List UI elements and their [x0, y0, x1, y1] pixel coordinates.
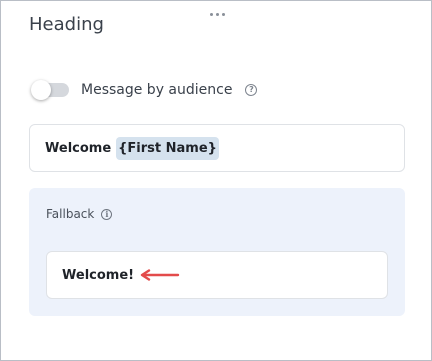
fallback-input[interactable]: Welcome!	[46, 251, 388, 299]
heading-settings-panel: Heading Message by audience ? Welcome {F…	[0, 0, 432, 361]
panel-heading: Heading	[29, 14, 104, 35]
fallback-label: Fallback	[46, 207, 95, 221]
fallback-text: Welcome!	[62, 267, 135, 283]
fallback-section: Fallback i Welcome!	[29, 188, 405, 316]
fallback-label-row: Fallback i	[46, 207, 113, 221]
red-arrow-annotation-icon	[140, 269, 180, 281]
toggle-knob	[31, 80, 51, 100]
message-input[interactable]: Welcome {First Name}	[29, 124, 405, 172]
audience-toggle-row: Message by audience ?	[31, 78, 258, 102]
drag-dot	[221, 12, 225, 16]
first-name-token[interactable]: {First Name}	[116, 136, 219, 160]
message-by-audience-toggle[interactable]	[31, 79, 69, 101]
drag-handle-icon[interactable]	[208, 9, 226, 19]
message-by-audience-label: Message by audience	[81, 82, 233, 98]
message-text: Welcome	[45, 140, 112, 156]
info-circle-icon[interactable]: i	[101, 208, 113, 220]
drag-dot	[215, 12, 219, 16]
drag-dot	[209, 12, 213, 16]
question-circle-icon[interactable]: ?	[245, 84, 258, 96]
